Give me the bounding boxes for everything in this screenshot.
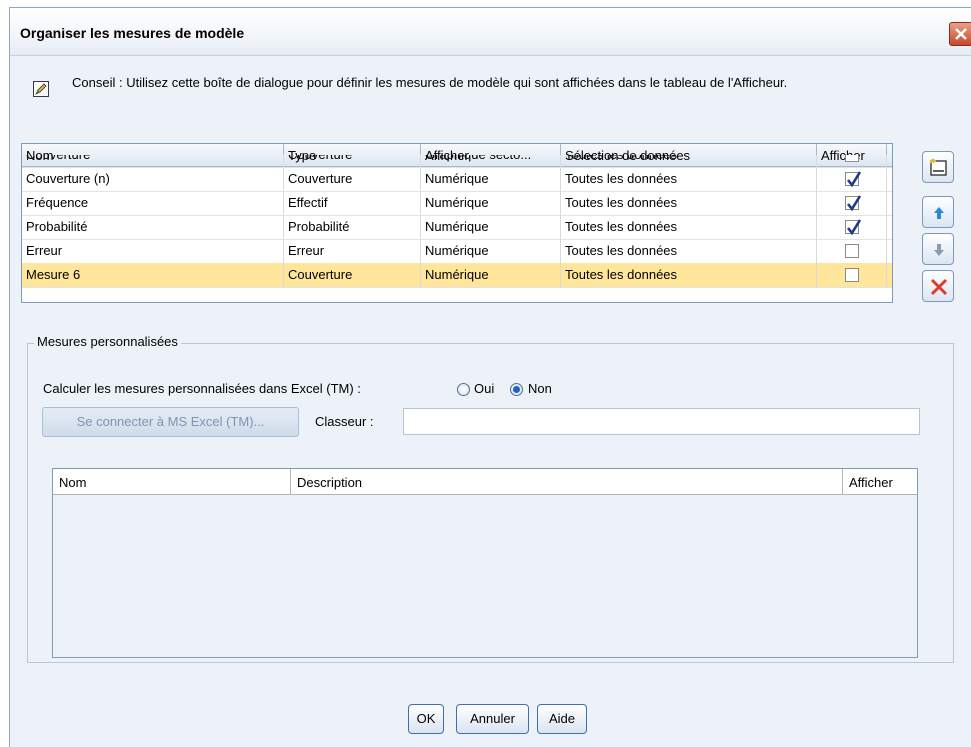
cell-show bbox=[817, 239, 887, 263]
connect-excel-button[interactable]: Se connecter à MS Excel (TM)... bbox=[42, 407, 299, 437]
cell-type: Couverture bbox=[284, 167, 421, 191]
cell-show bbox=[817, 191, 887, 215]
move-down-button[interactable] bbox=[922, 233, 954, 265]
close-icon bbox=[955, 28, 967, 40]
table-row[interactable]: Erreur Erreur Numérique Toutes les donné… bbox=[22, 239, 892, 264]
checkmark-icon bbox=[846, 171, 862, 188]
custom-measures-label: Mesures personnalisées bbox=[34, 334, 181, 349]
cell-type: Effectif bbox=[284, 191, 421, 215]
cell-name: Couverture (n) bbox=[22, 167, 284, 191]
custom-measures-table-header: Nom Description Afficher bbox=[53, 469, 917, 495]
cell-name: Erreur bbox=[22, 239, 284, 263]
tip-text: Conseil : Utilisez cette boîte de dialog… bbox=[72, 75, 788, 90]
cell-show bbox=[817, 155, 887, 167]
cell-display: Numérique bbox=[421, 263, 561, 287]
title-bar[interactable]: Organiser les mesures de modèle bbox=[10, 8, 971, 56]
show-checkbox[interactable] bbox=[845, 171, 862, 188]
help-button[interactable]: Aide bbox=[537, 704, 587, 734]
cell-name: Fréquence bbox=[22, 191, 284, 215]
column-header-description[interactable]: Description bbox=[291, 469, 843, 494]
radio-non[interactable] bbox=[510, 383, 523, 396]
cancel-button[interactable]: Annuler bbox=[456, 704, 529, 734]
cell-display: Numérique bbox=[421, 239, 561, 263]
table-row-selected[interactable]: Mesure 6 Couverture Numérique Toutes les… bbox=[22, 263, 892, 288]
checkmark-icon bbox=[846, 195, 862, 212]
show-checkbox[interactable] bbox=[845, 155, 859, 162]
cell-display: Graphique secto... bbox=[421, 155, 561, 167]
cell-selection: Toutes les données bbox=[561, 167, 817, 191]
add-measure-button[interactable] bbox=[922, 151, 954, 183]
ok-button[interactable]: OK bbox=[408, 704, 444, 734]
cell-type: Erreur bbox=[284, 239, 421, 263]
show-checkbox[interactable] bbox=[845, 195, 862, 212]
cell-selection: Toutes les données bbox=[561, 263, 817, 287]
tip-pencil-icon bbox=[33, 81, 49, 97]
dialog-title: Organiser les mesures de modèle bbox=[20, 25, 245, 41]
cell-display: Numérique bbox=[421, 191, 561, 215]
custom-measures-table[interactable]: Nom Description Afficher bbox=[52, 468, 918, 658]
show-checkbox[interactable] bbox=[845, 244, 859, 258]
cell-selection: Toutes les données bbox=[561, 239, 817, 263]
add-measure-icon bbox=[929, 158, 947, 176]
cell-selection: Toutes les données bbox=[561, 191, 817, 215]
cell-display: Numérique bbox=[421, 167, 561, 191]
delete-icon bbox=[930, 278, 948, 296]
radio-oui[interactable] bbox=[457, 383, 470, 396]
cell-selection: Toutes les données bbox=[561, 155, 817, 167]
measures-table[interactable]: Nom Type Afficher Sélection de données A… bbox=[21, 143, 893, 303]
cell-show bbox=[817, 167, 887, 191]
cell-show bbox=[817, 215, 887, 239]
table-row[interactable]: Probabilité Probabilité Numérique Toutes… bbox=[22, 215, 892, 240]
cell-name: Mesure 6 bbox=[22, 263, 284, 287]
close-button[interactable] bbox=[949, 22, 971, 46]
column-header-nom[interactable]: Nom bbox=[53, 469, 291, 494]
table-row[interactable]: Fréquence Effectif Numérique Toutes les … bbox=[22, 191, 892, 216]
radio-oui-label[interactable]: Oui bbox=[474, 381, 494, 396]
cell-name: Couverture bbox=[22, 155, 284, 167]
cell-type: Probabilité bbox=[284, 215, 421, 239]
show-checkbox[interactable] bbox=[845, 268, 859, 282]
cell-show bbox=[817, 263, 887, 287]
move-down-icon bbox=[934, 244, 944, 256]
cell-type: Couverture bbox=[284, 155, 421, 167]
cell-name: Probabilité bbox=[22, 215, 284, 239]
show-checkbox[interactable] bbox=[845, 219, 862, 236]
column-header-show[interactable]: Afficher bbox=[843, 469, 917, 494]
radio-non-label[interactable]: Non bbox=[528, 381, 552, 396]
cell-type: Couverture bbox=[284, 263, 421, 287]
table-row[interactable]: Couverture (n) Couverture Numérique Tout… bbox=[22, 167, 892, 192]
calc-in-excel-label: Calculer les mesures personnalisées dans… bbox=[43, 381, 361, 396]
cell-selection: Toutes les données bbox=[561, 215, 817, 239]
move-up-button[interactable] bbox=[922, 196, 954, 228]
checkmark-icon bbox=[846, 219, 862, 236]
delete-measure-button[interactable] bbox=[922, 270, 954, 302]
cell-display: Numérique bbox=[421, 215, 561, 239]
workbook-input[interactable] bbox=[403, 408, 920, 435]
move-up-icon bbox=[934, 207, 944, 219]
workbook-label: Classeur : bbox=[315, 414, 374, 429]
